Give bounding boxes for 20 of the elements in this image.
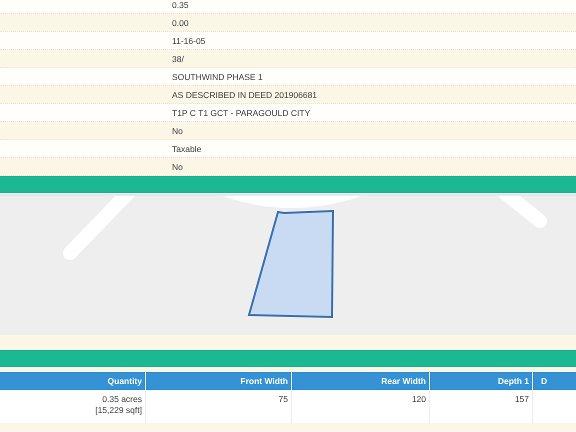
column-header: Rear Width — [292, 372, 430, 390]
field-value: No — [172, 162, 183, 172]
field-value: 0.00 — [172, 18, 189, 28]
field-value: SOUTHWIND PHASE 1 — [172, 72, 263, 82]
field-value: 11-16-05 — [172, 36, 206, 46]
table-cell-text: 75 — [278, 394, 288, 405]
field-value: 38/ — [172, 54, 184, 64]
field-value: AS DESCRIBED IN DEED 201906681 — [172, 90, 318, 100]
table-cell-text: 0.35 acres — [101, 394, 142, 405]
column-header: Quantity — [0, 372, 146, 390]
field-value: Taxable — [172, 144, 202, 154]
table-cell-text: [15,229 sqft] — [94, 405, 142, 416]
field-value: T1P C T1 GCT - PARAGOULD CITY — [172, 108, 310, 118]
table-cell-text: 120 — [410, 394, 426, 405]
table-cell-text: 157 — [514, 394, 529, 405]
field-value: 0.35 — [172, 0, 189, 10]
column-header: Depth 1 — [430, 372, 532, 390]
column-header: Front Width — [146, 372, 292, 390]
field-value: No — [172, 126, 183, 136]
column-header: D — [532, 372, 576, 390]
